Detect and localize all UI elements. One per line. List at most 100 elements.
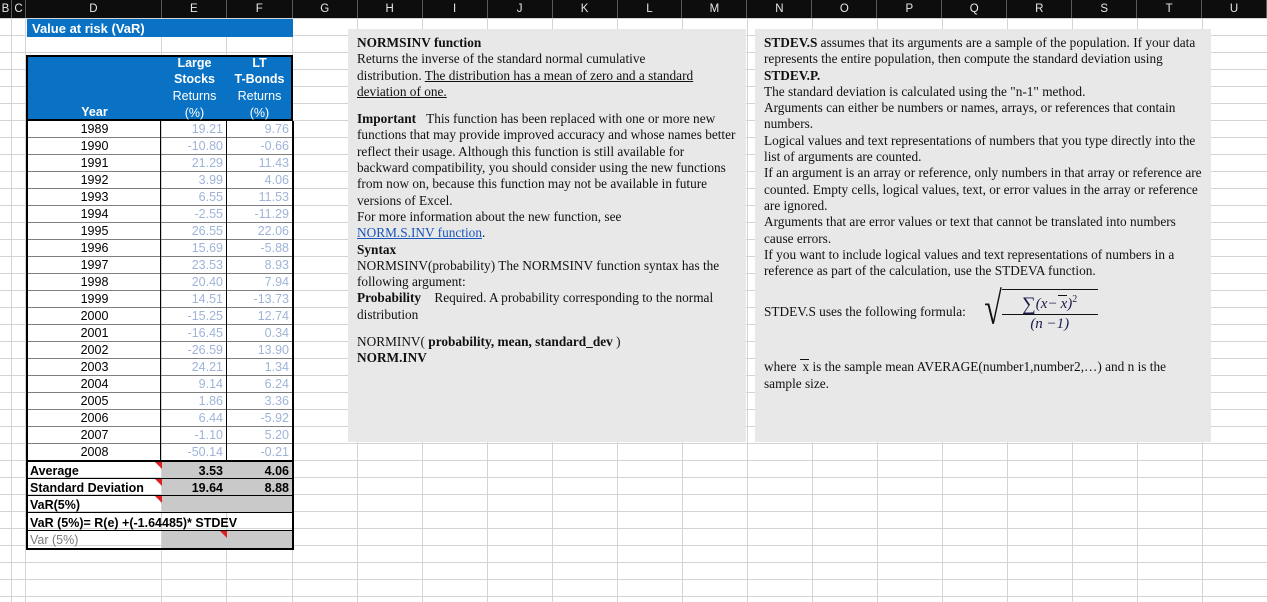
column-header-g[interactable]: G [293,0,358,18]
table-row-stocks-return[interactable]: 20.40 [162,274,227,291]
comment-marker-var[interactable] [155,496,162,503]
table-row-stocks-return[interactable]: -2.55 [162,206,227,223]
table-row-year[interactable]: 1998 [27,274,162,291]
table-row-stocks-return[interactable]: 15.69 [162,240,227,257]
column-header-d[interactable]: D [26,0,162,18]
table-row-bonds-return[interactable]: 22.06 [227,223,293,240]
column-header-n[interactable]: N [747,0,813,18]
table-row-stocks-return[interactable]: -26.59 [162,342,227,359]
column-header-h[interactable]: H [358,0,423,18]
column-header-b[interactable]: B [0,0,12,18]
column-header-s[interactable]: S [1072,0,1138,18]
table-row-bonds-return[interactable]: 8.93 [227,257,293,274]
table-row-stocks-return[interactable]: 24.21 [162,359,227,376]
column-header-l[interactable]: L [618,0,683,18]
table-row-bonds-return[interactable]: 3.36 [227,393,293,410]
table-row-bonds-return[interactable]: 13.90 [227,342,293,359]
value-average-stocks: 3.53 [198,463,223,478]
table-row-bonds-return[interactable]: 11.43 [227,155,293,172]
column-header-r[interactable]: R [1007,0,1073,18]
table-row-bonds-return[interactable]: 4.06 [227,172,293,189]
table-row-stocks-return[interactable]: 26.55 [162,223,227,240]
table-row-stocks-return[interactable]: 14.51 [162,291,227,308]
table-row-stocks-return[interactable]: 23.53 [162,257,227,274]
column-header-t[interactable]: T [1137,0,1203,18]
label-var-5pct: VaR(5%) [30,497,81,512]
table-row-bonds-return[interactable]: -5.92 [227,410,293,427]
table-row-stocks-return[interactable]: -1.10 [162,427,227,444]
table-row-stocks-return[interactable]: -50.14 [162,444,227,461]
column-header-m[interactable]: M [682,0,748,18]
table-row-year[interactable]: 2004 [27,376,162,393]
table-row-year[interactable]: 1993 [27,189,162,206]
table-row-stocks-return[interactable]: 6.44 [162,410,227,427]
column-header-q[interactable]: Q [942,0,1008,18]
table-row-year[interactable]: 1994 [27,206,162,223]
column-header-k[interactable]: K [553,0,618,18]
x-bar-symbol: x [1057,295,1067,314]
table-row-stocks-return[interactable]: 9.14 [162,376,227,393]
table-row-bonds-return[interactable]: -13.73 [227,291,293,308]
table-row-year[interactable]: 1996 [27,240,162,257]
column-header-p[interactable]: P [877,0,943,18]
table-row-year[interactable]: 1990 [27,138,162,155]
table-row-bonds-return[interactable]: -5.88 [227,240,293,257]
table-row-bonds-return[interactable]: -0.21 [227,444,293,461]
table-row-bonds-return[interactable]: 12.74 [227,308,293,325]
table-row-stocks-return[interactable]: -15.25 [162,308,227,325]
table-row-year[interactable]: 2000 [27,308,162,325]
summary-border-bottom [26,548,294,550]
table-row-bonds-return[interactable]: 5.20 [227,427,293,444]
table-row-bonds-return[interactable]: -0.66 [227,138,293,155]
summary-rowline-4 [26,530,294,531]
table-row-year[interactable]: 1991 [27,155,162,172]
header-stocks: Stocks [174,72,215,86]
table-row-year[interactable]: 2001 [27,325,162,342]
table-row-year[interactable]: 1989 [27,121,162,138]
table-row-year[interactable]: 1995 [27,223,162,240]
table-row-bonds-return[interactable]: 0.34 [227,325,293,342]
norminv-args: probability, mean, standard_dev [424,334,617,350]
table-row-stocks-return[interactable]: 3.99 [162,172,227,189]
column-header-c[interactable]: C [12,0,26,18]
table-row-stocks-return[interactable]: 6.55 [162,189,227,206]
table-row-bonds-return[interactable]: 9.76 [227,121,293,138]
table-row-stocks-return[interactable]: 21.29 [162,155,227,172]
table-row-year[interactable]: 2005 [27,393,162,410]
table-row-year[interactable]: 1999 [27,291,162,308]
column-header-f[interactable]: F [227,0,293,18]
table-row-stocks-return[interactable]: -10.80 [162,138,227,155]
column-header-u[interactable]: U [1202,0,1267,18]
table-row-year[interactable]: 1992 [27,172,162,189]
table-row-stocks-return[interactable]: -16.45 [162,325,227,342]
stdev-p-name: STDEV.P. [764,67,821,83]
stdev-t3: Arguments can either be numbers or names… [764,100,1176,132]
table-row-year[interactable]: 2007 [27,427,162,444]
table-row-bonds-return[interactable]: -11.29 [227,206,293,223]
table-row-year[interactable]: 2003 [27,359,162,376]
table-row-bonds-return[interactable]: 11.53 [227,189,293,206]
norm-s-inv-link[interactable]: NORM.S.INV function [357,225,482,240]
table-row-stocks-return[interactable]: 1.86 [162,393,227,410]
column-header-i[interactable]: I [423,0,488,18]
norminv-prefix: NORMINV( [357,334,425,350]
table-row-stocks-return[interactable]: 19.21 [162,121,227,138]
table-row-year[interactable]: 1997 [27,257,162,274]
norminv-new-name: NORM.INV [357,350,427,366]
important-label: Important [357,111,417,127]
table-row-year[interactable]: 2008 [27,444,162,461]
normsinv-help-panel: NORMSINV function Returns the inverse of… [348,29,746,442]
column-header-j[interactable]: J [488,0,553,18]
comment-marker-var2[interactable] [220,531,227,538]
value-var-stocks [162,496,227,513]
comment-marker-stdev[interactable] [155,479,162,486]
table-row-year[interactable]: 2006 [27,410,162,427]
table-row-bonds-return[interactable]: 6.24 [227,376,293,393]
column-header-o[interactable]: O [812,0,878,18]
column-header-e[interactable]: E [162,0,227,18]
label-var2-5pct: Var (5%) [30,532,79,547]
table-row-year[interactable]: 2002 [27,342,162,359]
comment-marker-average[interactable] [155,462,162,469]
table-row-bonds-return[interactable]: 1.34 [227,359,293,376]
table-row-bonds-return[interactable]: 7.94 [227,274,293,291]
